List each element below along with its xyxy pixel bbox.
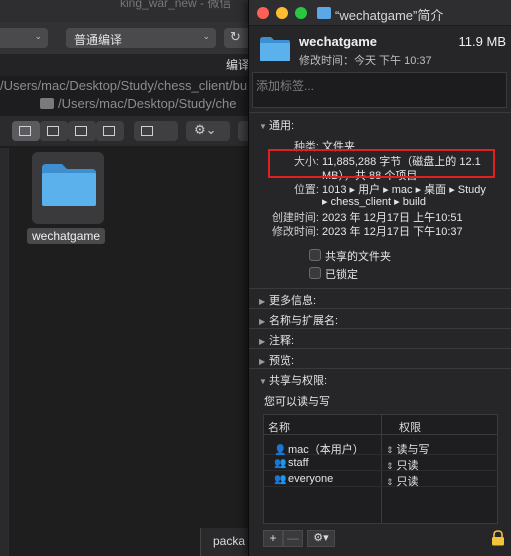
more-info-section: ▶ 更多信息: bbox=[249, 288, 511, 308]
column-name-header[interactable]: 名称 bbox=[268, 419, 290, 435]
modified-key: 修改时间: bbox=[271, 226, 319, 238]
disclosure-open-icon: ▼ bbox=[259, 377, 267, 386]
group-button[interactable] bbox=[134, 121, 178, 141]
finder-path-title: /Users/mac/Desktop/Study/chess_client/bu bbox=[0, 78, 248, 93]
remove-user-button[interactable]: — bbox=[283, 530, 303, 547]
disclosure-closed-icon: ▶ bbox=[259, 357, 266, 366]
get-info-window: “wechatgame”简介 wechatgame 11.9 MB 修改时间：今… bbox=[248, 0, 511, 556]
finder-path-text: /Users/mac/Desktop/Study/che bbox=[58, 96, 237, 111]
table-row[interactable]: 👥 staff ⇕ 只读 bbox=[264, 455, 497, 472]
updown-icon: ⇕ bbox=[386, 477, 394, 487]
preview-header[interactable]: ▶ 预览: bbox=[259, 352, 294, 368]
compile-label: 编译 bbox=[226, 58, 251, 72]
table-row[interactable]: 👤 mac（本用户） ⇕ 读与写 bbox=[264, 439, 497, 456]
group-icon: 👥 bbox=[274, 474, 287, 485]
disclosure-open-icon: ▼ bbox=[259, 122, 267, 131]
gallery-icon bbox=[103, 126, 115, 136]
folder-tile-wechatgame[interactable] bbox=[32, 152, 104, 224]
background-toolbar: ⌄ 普通编译 ⌄ ↻ bbox=[0, 22, 260, 54]
finder-sidebar-edge bbox=[0, 148, 8, 556]
info-header: wechatgame 11.9 MB 修改时间：今天 下午 10:37 bbox=[249, 26, 511, 68]
mode-select[interactable]: ⌄ bbox=[0, 28, 48, 48]
chevron-down-icon: ⌄ bbox=[34, 31, 42, 41]
info-window-title: “wechatgame”简介 bbox=[335, 8, 444, 23]
general-section: ▼ 通用: 种类: 文件夹 大小: 11,885,288 字节（磁盘上的 12.1… bbox=[249, 112, 511, 288]
info-titlebar: “wechatgame”简介 bbox=[249, 0, 511, 26]
icon-view-button[interactable] bbox=[12, 121, 40, 141]
disclosure-closed-icon: ▶ bbox=[259, 337, 266, 346]
background-window: king_war_new - 微信 ⌄ 普通编译 ⌄ ↻ 编译 /Users/m… bbox=[0, 0, 260, 556]
finder-content: wechatgame bbox=[8, 148, 260, 556]
permissions-table: 名称 权限 👤 mac（本用户） ⇕ 读与写 👥 staff ⇕ 只读 👥 everyon… bbox=[263, 414, 498, 524]
locked-label: 已锁定 bbox=[325, 269, 358, 281]
comments-header[interactable]: ▶ 注释: bbox=[259, 332, 294, 348]
where-value-line2: ▸ chess_client ▸ build bbox=[322, 196, 426, 208]
background-window-title: king_war_new - 微信 bbox=[120, 0, 232, 10]
updown-icon: ⇕ bbox=[386, 445, 394, 455]
minimize-button[interactable] bbox=[276, 7, 288, 19]
shared-folder-label: 共享的文件夹 bbox=[325, 251, 391, 263]
compile-select-value: 普通编译 bbox=[74, 33, 123, 47]
folder-icon bbox=[317, 7, 331, 19]
folder-name-label: wechatgame bbox=[27, 228, 106, 244]
background-titlebar: king_war_new - 微信 bbox=[0, 0, 260, 22]
folder-icon bbox=[260, 37, 290, 61]
name-extension-section: ▶ 名称与扩展名: bbox=[249, 308, 511, 328]
list-icon bbox=[47, 126, 59, 136]
updown-icon: ⇕ bbox=[386, 461, 394, 471]
more-info-header[interactable]: ▶ 更多信息: bbox=[259, 292, 316, 308]
column-privilege-header[interactable]: 权限 bbox=[399, 419, 421, 435]
compile-select[interactable]: 普通编译 ⌄ bbox=[66, 28, 216, 48]
locked-checkbox[interactable] bbox=[309, 267, 321, 279]
tags-input[interactable]: 添加标签... bbox=[252, 72, 507, 108]
table-row[interactable]: 👥 everyone ⇕ 只读 bbox=[264, 471, 497, 489]
modified-value: 2023 年 12月17日 下午10:37 bbox=[322, 226, 463, 238]
privilege-select[interactable]: ⇕ 只读 bbox=[386, 473, 419, 489]
user-name: 👥 staff bbox=[274, 457, 309, 469]
disclosure-closed-icon: ▶ bbox=[259, 317, 266, 326]
add-user-button[interactable]: + bbox=[263, 530, 283, 547]
finder-toolbar: ⚙⌄ bbox=[0, 116, 260, 146]
item-modified-summary: 修改时间：今天 下午 10:37 bbox=[299, 55, 432, 67]
shared-folder-checkbox[interactable] bbox=[309, 249, 321, 261]
zoom-button[interactable] bbox=[295, 7, 307, 19]
column-view-button[interactable] bbox=[68, 121, 96, 141]
gear-icon: ⚙⌄ bbox=[194, 122, 217, 137]
item-size-summary: 11.9 MB bbox=[458, 34, 506, 49]
close-button[interactable] bbox=[257, 7, 269, 19]
name-extension-header[interactable]: ▶ 名称与扩展名: bbox=[259, 312, 338, 328]
preview-section: ▶ 预览: bbox=[249, 348, 511, 368]
where-key: 位置: bbox=[293, 184, 319, 196]
action-gear-button[interactable]: ⚙⌄ bbox=[186, 121, 230, 141]
folder-icon bbox=[42, 164, 96, 206]
sharing-header[interactable]: ▼ 共享与权限: bbox=[259, 372, 327, 388]
chevron-down-icon: ⌄ bbox=[202, 31, 210, 41]
columns-icon bbox=[75, 126, 87, 136]
grid-icon bbox=[19, 126, 31, 136]
comments-section: ▶ 注释: bbox=[249, 328, 511, 348]
general-section-header[interactable]: ▼ 通用: bbox=[259, 117, 294, 133]
permission-note: 您可以读与写 bbox=[264, 396, 330, 408]
lock-icon[interactable] bbox=[491, 530, 505, 546]
list-view-button[interactable] bbox=[40, 121, 68, 141]
gallery-view-button[interactable] bbox=[96, 121, 124, 141]
group-icon: 👥 bbox=[274, 458, 287, 469]
disclosure-closed-icon: ▶ bbox=[259, 297, 266, 306]
user-name: 👥 everyone bbox=[274, 473, 334, 485]
folder-icon bbox=[40, 98, 54, 109]
permissions-action-button[interactable]: ⚙▾ bbox=[307, 530, 335, 547]
item-name: wechatgame bbox=[299, 34, 378, 49]
size-highlight-box bbox=[268, 149, 495, 178]
finder-path-bar: /Users/mac/Desktop/Study/che bbox=[40, 96, 260, 114]
group-grid-icon bbox=[141, 126, 153, 136]
